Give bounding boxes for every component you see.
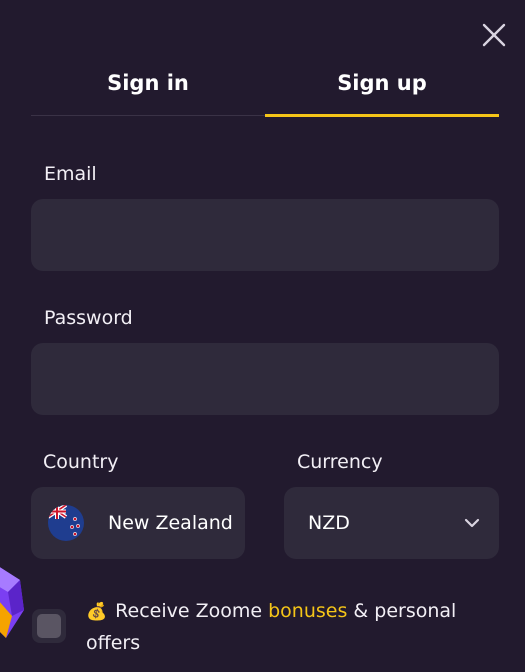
offers-text-before: Receive Zoome <box>115 600 263 622</box>
password-field-wrapper <box>31 343 499 415</box>
bonuses-link[interactable]: bonuses <box>268 600 347 622</box>
tab-sign-up[interactable]: Sign up <box>265 56 499 117</box>
tab-sign-in[interactable]: Sign in <box>31 56 265 115</box>
offers-checkbox[interactable] <box>32 609 66 643</box>
checkbox-box <box>37 614 61 638</box>
close-icon <box>482 23 506 47</box>
signup-modal: Sign in Sign up Email Password Country N… <box>0 0 525 672</box>
new-zealand-flag-icon <box>48 505 84 541</box>
close-button[interactable] <box>480 21 508 49</box>
money-bag-icon: 💰 <box>86 602 108 622</box>
country-value: New Zealand <box>108 512 233 534</box>
email-field[interactable] <box>31 199 499 271</box>
country-label: Country <box>43 451 119 473</box>
password-field[interactable] <box>31 343 499 415</box>
currency-label: Currency <box>297 451 383 473</box>
password-label: Password <box>44 307 133 329</box>
gem-decoration-icon <box>0 567 24 638</box>
chevron-down-icon <box>464 518 480 528</box>
email-label: Email <box>44 163 97 185</box>
currency-select[interactable]: NZD <box>284 487 499 559</box>
country-select[interactable]: New Zealand <box>31 487 245 559</box>
auth-tabs: Sign in Sign up <box>31 56 499 117</box>
email-field-wrapper <box>31 199 499 271</box>
currency-value: NZD <box>308 512 350 534</box>
offers-consent-text: 💰 Receive Zoome bonuses & personal offers <box>86 596 506 659</box>
